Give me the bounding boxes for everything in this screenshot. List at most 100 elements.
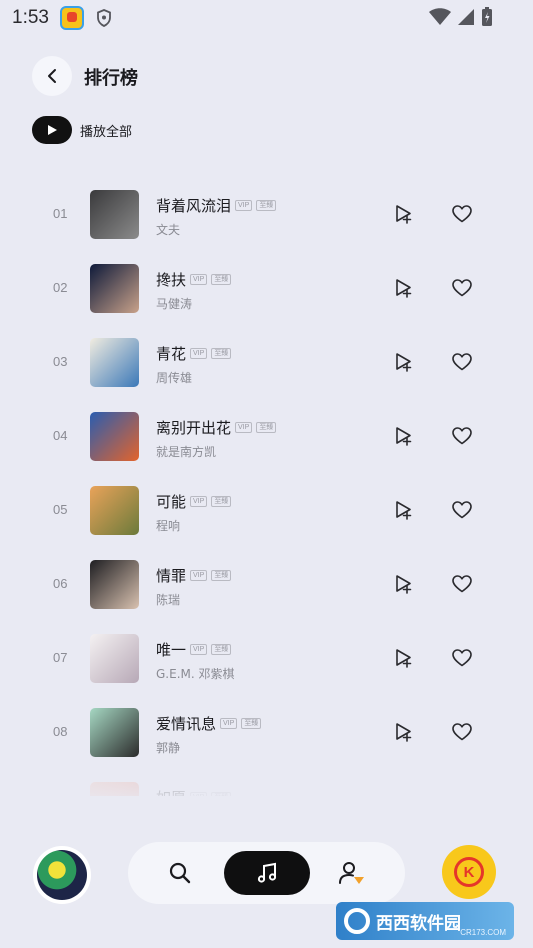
add-to-playlist-icon[interactable] — [394, 574, 414, 594]
song-title-line: 青花 VIP 至臻 — [156, 343, 232, 364]
add-to-playlist-icon[interactable] — [394, 722, 414, 742]
play-icon — [48, 125, 57, 135]
now-playing-cover[interactable] — [33, 846, 91, 904]
music-note-icon — [257, 862, 277, 883]
heart-icon[interactable] — [452, 501, 472, 519]
song-title: 青花 — [156, 345, 187, 363]
list-fade-overlay — [0, 760, 533, 820]
heart-icon[interactable] — [452, 427, 472, 445]
song-cover — [90, 264, 139, 313]
hq-badge: 至臻 — [211, 274, 232, 285]
vip-badge: VIP — [190, 496, 208, 507]
song-row[interactable]: 08 爱情讯息 VIP 至臻 郭静 — [0, 694, 533, 768]
heart-icon[interactable] — [452, 649, 472, 667]
song-cover — [90, 560, 139, 609]
heart-icon[interactable] — [452, 279, 472, 297]
song-cover — [90, 708, 139, 757]
add-to-playlist-icon[interactable] — [394, 648, 414, 668]
song-row[interactable]: 07 唯一 VIP 至臻 G.E.M. 邓紫棋 — [0, 620, 533, 694]
song-artist: 马健涛 — [156, 297, 193, 311]
song-row[interactable]: 05 可能 VIP 至臻 程响 — [0, 472, 533, 546]
song-rank: 01 — [53, 206, 68, 221]
song-row[interactable]: 03 青花 VIP 至臻 周传雄 — [0, 324, 533, 398]
song-rank: 08 — [53, 724, 68, 739]
add-to-playlist-icon[interactable] — [394, 204, 414, 224]
hq-badge: 至臻 — [241, 718, 262, 729]
search-icon[interactable] — [168, 861, 192, 885]
song-cover — [90, 412, 139, 461]
song-cover — [90, 338, 139, 387]
nav-music-tab[interactable] — [224, 851, 310, 895]
song-list: 01 背着风流泪 VIP 至臻 文夫 02 搀扶 VIP 至臻 马健涛 03 青… — [0, 176, 533, 796]
song-rank: 03 — [53, 354, 68, 369]
play-all-button[interactable]: 播放全部 — [32, 116, 132, 144]
heart-icon[interactable] — [452, 723, 472, 741]
add-to-playlist-icon[interactable] — [394, 278, 414, 298]
song-cover — [90, 190, 139, 239]
chevron-left-icon — [48, 69, 56, 83]
song-title-line: 爱情讯息 VIP 至臻 — [156, 713, 262, 734]
shield-icon — [97, 9, 111, 27]
hq-badge: 至臻 — [211, 496, 232, 507]
watermark-logo-icon — [344, 908, 370, 934]
song-rank: 06 — [53, 576, 68, 591]
heart-icon[interactable] — [452, 205, 472, 223]
song-title-line: 情罪 VIP 至臻 — [156, 565, 232, 586]
hq-badge: 至臻 — [211, 644, 232, 655]
song-artist: 郭静 — [156, 741, 181, 755]
song-title: 离别开出花 — [156, 419, 232, 437]
battery-icon — [482, 7, 492, 26]
signal-icon — [458, 9, 474, 25]
watermark-sub: CR173.COM — [460, 928, 506, 937]
wifi-icon — [429, 8, 451, 25]
song-title-line: 背着风流泪 VIP 至臻 — [156, 195, 277, 216]
song-artist: 陈瑞 — [156, 593, 181, 607]
vip-badge: VIP — [190, 348, 208, 359]
hq-badge: 至臻 — [256, 422, 277, 433]
song-row[interactable]: 06 情罪 VIP 至臻 陈瑞 — [0, 546, 533, 620]
song-row[interactable]: 02 搀扶 VIP 至臻 马健涛 — [0, 250, 533, 324]
song-title: 唯一 — [156, 641, 187, 659]
song-title: 情罪 — [156, 567, 187, 585]
song-cover — [90, 634, 139, 683]
song-rank: 05 — [53, 502, 68, 517]
play-button[interactable] — [32, 116, 72, 144]
back-button[interactable] — [32, 56, 72, 96]
add-to-playlist-icon[interactable] — [394, 426, 414, 446]
vip-badge: VIP — [190, 644, 208, 655]
now-playing-artwork — [37, 850, 87, 900]
song-title-line: 唯一 VIP 至臻 — [156, 639, 232, 660]
song-artist: 程响 — [156, 519, 181, 533]
song-row[interactable]: 04 离别开出花 VIP 至臻 就是南方凯 — [0, 398, 533, 472]
add-to-playlist-icon[interactable] — [394, 352, 414, 372]
status-time: 1:53 — [12, 7, 49, 28]
watermark-text: 西西软件园 — [376, 913, 461, 934]
heart-icon[interactable] — [452, 575, 472, 593]
song-artist: 就是南方凯 — [156, 445, 217, 459]
profile-icon[interactable] — [339, 861, 365, 885]
heart-icon[interactable] — [452, 353, 472, 371]
song-row[interactable]: 01 背着风流泪 VIP 至臻 文夫 — [0, 176, 533, 250]
k-song-button[interactable]: K — [442, 845, 496, 899]
song-artist: 周传雄 — [156, 371, 193, 385]
song-title: 可能 — [156, 493, 187, 511]
vip-badge: VIP — [190, 570, 208, 581]
song-artist: G.E.M. 邓紫棋 — [156, 667, 235, 681]
app-notification-icon — [60, 6, 84, 30]
k-logo-icon: K — [454, 857, 484, 887]
song-title: 爱情讯息 — [156, 715, 217, 733]
vip-badge: VIP — [235, 422, 253, 433]
song-rank: 07 — [53, 650, 68, 665]
hq-badge: 至臻 — [211, 570, 232, 581]
song-title: 搀扶 — [156, 271, 187, 289]
bottom-nav — [128, 842, 405, 904]
song-title: 背着风流泪 — [156, 197, 232, 215]
song-rank: 04 — [53, 428, 68, 443]
page-title: 排行榜 — [84, 68, 138, 89]
add-to-playlist-icon[interactable] — [394, 500, 414, 520]
play-all-label: 播放全部 — [80, 124, 133, 140]
song-cover — [90, 486, 139, 535]
song-title-line: 离别开出花 VIP 至臻 — [156, 417, 277, 438]
hq-badge: 至臻 — [256, 200, 277, 211]
song-rank: 02 — [53, 280, 68, 295]
